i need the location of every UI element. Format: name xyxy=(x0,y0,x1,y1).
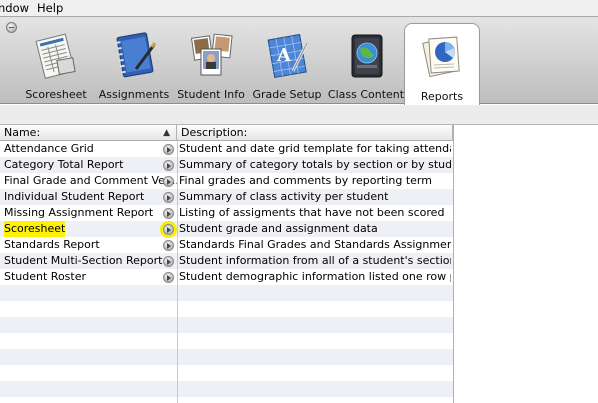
tab-reports[interactable]: Reports xyxy=(404,23,480,105)
tab-student-info[interactable]: Student Info xyxy=(176,17,246,105)
reports-icon xyxy=(414,30,470,82)
report-name: Standards Report xyxy=(4,238,100,251)
go-arrow-icon[interactable] xyxy=(163,272,174,283)
go-arrow-icon-highlighted[interactable] xyxy=(163,224,174,235)
empty-panel-area xyxy=(453,125,598,403)
menu-help[interactable]: Help xyxy=(37,1,68,15)
go-arrow-icon[interactable] xyxy=(163,240,174,251)
tab-reports-label: Reports xyxy=(420,90,464,103)
table-rows: Attendance Grid Student and date grid te… xyxy=(0,141,453,285)
menu-bar: ndow Help xyxy=(0,0,598,16)
table-row[interactable]: Student Multi-Section Report Student inf… xyxy=(0,253,453,269)
svg-text:A: A xyxy=(276,45,292,66)
go-arrow-icon[interactable] xyxy=(163,192,174,203)
column-divider xyxy=(177,141,178,403)
report-description: Listing of assigments that have not been… xyxy=(179,206,445,219)
report-description: Student and date grid template for takin… xyxy=(179,142,451,155)
toolbar-divider-strip xyxy=(0,105,598,125)
table-row[interactable]: Category Total Report Summary of categor… xyxy=(0,157,453,173)
report-name: Student Roster xyxy=(4,270,87,283)
tab-assignments-label: Assignments xyxy=(98,88,170,101)
report-description: Student demographic information listed o… xyxy=(179,270,451,283)
tab-class-content-label: Class Content xyxy=(327,88,405,101)
reports-table: Name: ▲ Description: Attendance Grid Stu… xyxy=(0,125,598,403)
toolbar-toggle-button[interactable] xyxy=(6,22,17,33)
report-name: Student Multi-Section Report xyxy=(4,254,163,267)
go-arrow-icon[interactable] xyxy=(163,256,174,267)
go-arrow-icon[interactable] xyxy=(163,176,174,187)
tab-grade-setup[interactable]: A Grade Setup xyxy=(252,17,322,105)
report-name: Final Grade and Comment Ver... xyxy=(4,174,177,187)
table-row[interactable]: Attendance Grid Student and date grid te… xyxy=(0,141,453,157)
report-description: Standards Final Grades and Standards Ass… xyxy=(179,238,451,251)
tab-scoresheet-label: Scoresheet xyxy=(25,88,87,101)
class-content-icon xyxy=(338,29,394,81)
report-description: Final grades and comments by reporting t… xyxy=(179,174,432,187)
column-header-name-label: Name: xyxy=(4,126,41,139)
grade-setup-icon: A xyxy=(259,29,315,81)
report-description: Summary of class activity per student xyxy=(179,190,389,203)
column-header-name[interactable]: Name: ▲ xyxy=(0,125,177,141)
table-row[interactable]: Student Roster Student demographic infor… xyxy=(0,269,453,285)
tab-student-info-label: Student Info xyxy=(177,88,245,101)
table-row[interactable]: Missing Assignment Report Listing of ass… xyxy=(0,205,453,221)
report-name: Category Total Report xyxy=(4,158,124,171)
table-row-scoresheet[interactable]: Scoresheet Student grade and assignment … xyxy=(0,221,453,237)
table-row[interactable]: Individual Student Report Summary of cla… xyxy=(0,189,453,205)
toolbar: Scoresheet Assignments Student Info A Gr… xyxy=(0,16,598,105)
report-description: Student information from all of a studen… xyxy=(179,254,451,267)
report-description: Student grade and assignment data xyxy=(179,222,378,235)
table-row[interactable]: Standards Report Standards Final Grades … xyxy=(0,237,453,253)
table-header: Name: ▲ Description: xyxy=(0,125,453,141)
column-header-description-label: Description: xyxy=(181,126,248,139)
sort-ascending-icon[interactable]: ▲ xyxy=(163,125,170,141)
student-info-icon xyxy=(183,29,239,81)
go-arrow-icon[interactable] xyxy=(163,160,174,171)
tab-class-content[interactable]: Class Content xyxy=(327,17,405,105)
menu-window[interactable]: ndow xyxy=(0,1,34,15)
report-name: Attendance Grid xyxy=(4,142,94,155)
scoresheet-icon xyxy=(28,29,84,81)
report-name: Individual Student Report xyxy=(4,190,145,203)
table-row[interactable]: Final Grade and Comment Ver... Final gra… xyxy=(0,173,453,189)
assignments-icon xyxy=(106,29,162,81)
report-name-highlighted: Scoresheet xyxy=(4,221,66,237)
column-header-description[interactable]: Description: xyxy=(177,125,453,141)
tab-assignments[interactable]: Assignments xyxy=(99,17,169,105)
go-arrow-icon[interactable] xyxy=(163,144,174,155)
report-name: Missing Assignment Report xyxy=(4,206,154,219)
report-description: Summary of category totals by section or… xyxy=(179,158,451,171)
go-arrow-icon[interactable] xyxy=(163,208,174,219)
tab-grade-setup-label: Grade Setup xyxy=(252,88,322,101)
tab-scoresheet[interactable]: Scoresheet xyxy=(22,17,90,105)
